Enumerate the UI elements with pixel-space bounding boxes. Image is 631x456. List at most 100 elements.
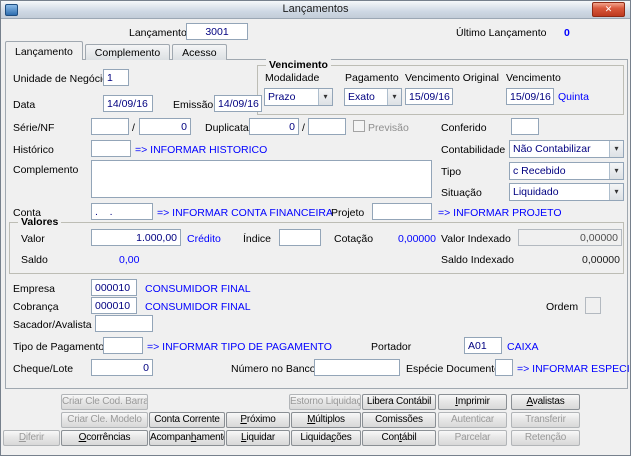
empresa-label: Empresa (13, 283, 56, 295)
complemento-textarea[interactable] (91, 160, 432, 198)
criar-cle-cod-barras-button: Criar Cle Cod. Barras (61, 394, 148, 410)
cobranca-description: CONSUMIDOR FINAL (145, 301, 251, 313)
serie-nf-input-1[interactable] (91, 118, 129, 135)
imprimir-button[interactable]: Imprimir (438, 394, 507, 410)
tab-bar: Lançamento Complemento Acesso (5, 41, 229, 60)
historico-input[interactable] (91, 140, 131, 157)
valor-indexado-label: Valor Indexado (441, 233, 511, 245)
libera-contabil-button[interactable]: Libera Contábil (362, 394, 436, 410)
chevron-down-icon: ▾ (609, 184, 623, 200)
valor-nature: Crédito (187, 233, 221, 245)
especie-documento-hint: => INFORMAR ESPECIE DE DOCUM (517, 363, 630, 375)
unidade-negocio-label: Unidade de Negócio (13, 73, 109, 85)
acompanhamento-button[interactable]: Acompanhamento (149, 430, 225, 446)
avalistas-button[interactable]: Avalistas (511, 394, 580, 410)
tipo-value: c Recebido (513, 165, 566, 177)
saldo-indexado-label: Saldo Indexado (441, 254, 514, 266)
serie-nf-label: Série/NF (13, 122, 55, 134)
cobranca-label: Cobrança (13, 301, 59, 313)
empresa-input[interactable]: 000010 (91, 279, 137, 296)
sacador-avalista-label: Sacador/Avalista (13, 319, 92, 331)
conta-corrente-button[interactable]: Conta Corrente (149, 412, 225, 428)
vencimento-input[interactable]: 15/09/16 (506, 88, 554, 105)
ocorrencias-button[interactable]: Ocorrências (61, 430, 148, 446)
situacao-value: Liquidado (513, 186, 559, 198)
cotacao-label: Cotação (334, 233, 374, 245)
data-input[interactable]: 14/09/16 (103, 95, 153, 112)
tipo-combo[interactable]: c Recebido ▾ (509, 162, 624, 180)
chevron-down-icon: ▾ (609, 141, 623, 157)
contabilidade-combo[interactable]: Não Contabilizar ▾ (509, 140, 624, 158)
chevron-down-icon: ▾ (609, 163, 623, 179)
window-title: Lançamentos (282, 3, 349, 15)
tab-complemento[interactable]: Complemento (84, 44, 171, 60)
ordem-input (585, 297, 601, 314)
liquidacoes-button[interactable]: Liquidações (291, 430, 361, 446)
comissoes-button[interactable]: Comissões (362, 412, 436, 428)
serie-nf-separator: / (132, 122, 135, 134)
modalidade-value: Prazo (268, 91, 296, 103)
modalidade-label: Modalidade (265, 72, 320, 84)
conferido-label: Conferido (441, 122, 487, 134)
tipo-pagamento-hint: => INFORMAR TIPO DE PAGAMENTO (147, 341, 332, 353)
transferir-button: Transferir (511, 412, 580, 428)
duplicata-input-1[interactable]: 0 (249, 118, 299, 135)
valor-input[interactable]: 1.000,00 (91, 229, 181, 246)
close-button[interactable]: ✕ (592, 2, 625, 17)
ordem-label: Ordem (546, 301, 579, 313)
conta-hint: => INFORMAR CONTA FINANCEIRA (157, 207, 333, 219)
conta-input[interactable]: . . (91, 203, 153, 220)
tipo-label: Tipo (441, 166, 462, 178)
cobranca-input[interactable]: 000010 (91, 297, 137, 314)
projeto-input[interactable] (372, 203, 432, 220)
tab-lancamento[interactable]: Lançamento (5, 41, 83, 60)
multiplos-button[interactable]: Múltiplos (291, 412, 361, 428)
valor-indexado-input: 0,00000 (518, 229, 622, 246)
indice-input[interactable] (279, 229, 321, 246)
contabilidade-label: Contabilidade (441, 144, 506, 156)
especie-documento-label: Espécie Documento (406, 363, 500, 375)
modalidade-combo[interactable]: Prazo ▾ (264, 88, 333, 106)
situacao-label: Situação (441, 187, 482, 199)
historico-hint: => INFORMAR HISTORICO (135, 144, 268, 156)
situacao-combo[interactable]: Liquidado ▾ (509, 183, 624, 201)
liquidar-button[interactable]: Liquidar (226, 430, 290, 446)
duplicata-label: Duplicata (205, 122, 249, 134)
tab-acesso[interactable]: Acesso (172, 44, 227, 60)
criar-cle-modelo-button: Criar Cle. Modelo (61, 412, 148, 428)
vencimento-original-input[interactable]: 15/09/16 (405, 88, 453, 105)
title-bar[interactable]: Lançamentos ✕ (1, 1, 630, 19)
vencimento-label: Vencimento (506, 72, 561, 84)
vencimento-weekday: Quinta (558, 91, 589, 103)
lancamento-number-input[interactable]: 3001 (186, 23, 248, 40)
parcelar-button: Parcelar (438, 430, 507, 446)
previsao-checkbox (353, 120, 365, 132)
pagamento-combo[interactable]: Exato ▾ (344, 88, 402, 106)
sacador-avalista-input[interactable] (95, 315, 153, 332)
previsao-label: Previsão (368, 122, 409, 134)
pagamento-label: Pagamento (345, 72, 399, 84)
duplicata-separator: / (302, 122, 305, 134)
proximo-button[interactable]: Próximo (226, 412, 290, 428)
cheque-lote-input[interactable]: 0 (91, 359, 153, 376)
estorno-liquidacao-button: Estorno Liquidação (289, 394, 361, 410)
lancamentos-window: Lançamentos ✕ Lançamento 3001 Último Lan… (0, 0, 631, 456)
close-icon: ✕ (604, 4, 613, 14)
duplicata-input-2[interactable] (308, 118, 346, 135)
pagamento-value: Exato (348, 91, 375, 103)
saldo-value: 0,00 (119, 254, 140, 266)
valor-label: Valor (21, 233, 45, 245)
empresa-description: CONSUMIDOR FINAL (145, 283, 251, 295)
numero-banco-input[interactable] (314, 359, 400, 376)
serie-nf-input-2[interactable]: 0 (139, 118, 191, 135)
portador-input[interactable]: A01 (464, 337, 502, 354)
conferido-input[interactable] (511, 118, 539, 135)
emissao-input[interactable]: 14/09/16 (214, 95, 262, 112)
contabil-button[interactable]: Contábil (362, 430, 436, 446)
ultimo-lancamento-value: 0 (564, 27, 570, 39)
retencao-button: Retenção (511, 430, 580, 446)
unidade-negocio-input[interactable]: 1 (103, 69, 129, 86)
emissao-label: Emissão (173, 99, 214, 111)
especie-documento-input[interactable] (495, 359, 513, 376)
tipo-pagamento-input[interactable] (103, 337, 143, 354)
